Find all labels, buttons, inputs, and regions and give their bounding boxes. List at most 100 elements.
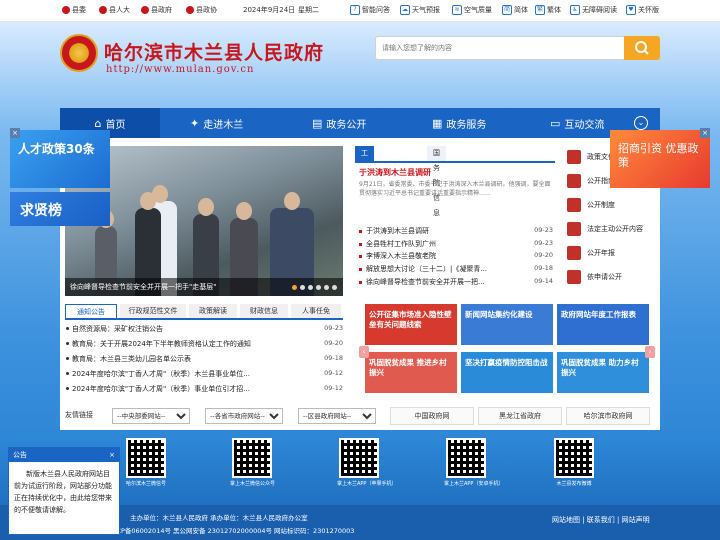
link-county-committee[interactable]: 县委 (62, 5, 86, 15)
comment-icon: ▭ (550, 116, 561, 130)
notice-popup: 公告 新版木兰县人民政府网站目前为试运行阶段，网站部分功能正在持续优化中，由此给… (8, 447, 120, 535)
close-icon[interactable]: × (107, 450, 117, 460)
tab-personnel[interactable]: 人事任免 (291, 304, 341, 318)
tab-policy-interpret[interactable]: 政策解读 (189, 304, 237, 318)
central-ministries-select[interactable]: --中央部委网站-- (112, 408, 190, 424)
truck-icon: ▤ (312, 116, 323, 130)
tab-normative-docs[interactable]: 行政规范性文件 (120, 304, 186, 318)
list-item[interactable]: 徐向峰督导检查节前安全并开展一把... 09-14 (359, 277, 555, 290)
quicklink-statutory[interactable]: 法定主动公开内容 (565, 218, 655, 240)
link-county-congress[interactable]: 县人大 (99, 5, 130, 15)
tab-state-council[interactable]: 国务院信息 (427, 146, 446, 217)
carousel-dot[interactable] (300, 285, 305, 290)
quicklink-system[interactable]: 公开制度 (565, 194, 655, 216)
form-icon (567, 270, 581, 284)
tab-notices[interactable]: 通知公告 (65, 304, 117, 318)
notice-popup-body: 新版木兰县人民政府网站目前为试运行阶段，网站部分功能正在持续优化中，由此给您带来… (14, 470, 112, 514)
nav-interaction[interactable]: ▭ 互动交流 (550, 108, 604, 138)
cloud-icon: ☁ (400, 5, 410, 15)
list-item[interactable]: 自然资源局：采矿权注销公告 09-23 (65, 324, 343, 339)
quicklink-annual-report[interactable]: 公开年报 (565, 242, 655, 264)
air-quality-link[interactable]: ≋ 空气质量 (452, 5, 492, 15)
traditional-link[interactable]: 繁繁体 (535, 5, 561, 15)
close-icon[interactable]: × (700, 128, 710, 138)
qr-code: 木兰县发布微博 (552, 438, 596, 487)
qr-code-icon (554, 438, 594, 478)
close-icon[interactable]: × (10, 128, 20, 138)
footer-links[interactable]: 网站地图 | 联系我们 | 网站声明 (552, 515, 650, 525)
carousel-dot[interactable] (292, 285, 297, 290)
list-item[interactable]: 2024年度哈尔滨"丁香人才周"（秋季）木兰县事业单位... 09-12 (65, 369, 343, 384)
qr-code-icon (446, 438, 486, 478)
notice-panel: 通知公告 行政规范性文件 政策解读 财政信息 人事任免 自然资源局：采矿权注销公… (65, 304, 343, 399)
document-icon (567, 198, 581, 212)
elder-mode-link[interactable]: ♥ 关怀版 (626, 5, 659, 15)
search-button[interactable] (624, 36, 660, 60)
search-box (375, 36, 660, 60)
main-content: 徐向峰督导检查节前安全并开展一把手"走基层" 工作动态 国务院信息 于洪涛到木兰… (60, 138, 660, 430)
search-icon (635, 41, 649, 55)
list-item[interactable]: 2024年度哈尔滨"丁香人才周"（秋季）事业单位引才招... 09-12 (65, 384, 343, 399)
calendar-icon (567, 246, 581, 260)
list-item[interactable]: 解放思想大讨论（三十二）|《凝聚青... 09-18 (359, 264, 555, 277)
footer-registration: 黑ICP备06002014号 黑公网安备 23012702000004号 网站标… (108, 527, 355, 535)
list-item[interactable]: 教育局：关于开展2024年下半年教师资格认定工作的通知 09-20 (65, 339, 343, 354)
tab-work-news[interactable]: 工作动态 (355, 146, 374, 202)
smart-qa-link[interactable]: ? 智能问答 (350, 5, 390, 15)
weather-link[interactable]: ☁ 天气预报 (400, 5, 440, 15)
carousel-dot[interactable] (308, 285, 313, 290)
provincial-sites-select[interactable]: --各省市政府网站-- (205, 408, 283, 424)
notice-tabs: 通知公告 行政规范性文件 政策解读 财政信息 人事任免 (65, 304, 343, 320)
banner-epidemic[interactable]: 坚决打赢疫情防控阻击战 (461, 352, 553, 393)
weekday-text: 星期二 (298, 6, 319, 14)
quicklink-application[interactable]: 依申请公开 (565, 266, 655, 288)
talent-wanted-ad[interactable]: 求贤榜 (10, 192, 110, 226)
site-title[interactable]: 哈尔滨市木兰县人民政府 (104, 38, 324, 65)
national-emblem-icon (60, 34, 98, 72)
simplified-link[interactable]: 简简体 (502, 5, 528, 15)
qr-code-icon (339, 438, 379, 478)
list-item[interactable]: 于洪涛到木兰县调研 09-23 (359, 226, 555, 239)
notice-popup-title: 公告 (9, 448, 119, 462)
qr-code-icon (232, 438, 272, 478)
tab-underline (355, 161, 555, 163)
investment-ad[interactable]: 招商引资 优惠政策 (610, 130, 710, 188)
link-central-gov[interactable]: 中国政府网 (390, 407, 474, 425)
chevron-right-icon[interactable]: › (645, 346, 655, 358)
link-harbin-gov[interactable]: 哈尔滨市政府网 (566, 407, 650, 425)
list-item[interactable]: 教育局：木兰县三类幼儿园名单公示表 09-18 (65, 354, 343, 369)
accessibility-link[interactable]: ♿ 无障碍阅读 (570, 5, 617, 15)
list-item[interactable]: 李博深入木兰县敬老院 09-20 (359, 251, 555, 264)
nav-gov-open[interactable]: ▤ 政务公开 (312, 108, 366, 138)
simplified-icon: 简 (502, 5, 512, 15)
tab-finance[interactable]: 财政信息 (240, 304, 288, 318)
nav-gov-service[interactable]: ▦ 政务服务 (432, 108, 486, 138)
county-sites-select[interactable]: --区县政府网站-- (298, 408, 376, 424)
banner-rural-revival[interactable]: 巩固脱贫成果 助力乡村振兴 (557, 352, 649, 393)
talent-policy-ad[interactable]: 人才政策30条 (10, 130, 110, 188)
news-summary: 9月21日，省委常委、市委书记于洪涛深入木兰县调研。他强调，要全面贯彻落实习近平… (359, 181, 551, 197)
qr-code-icon (126, 438, 166, 478)
qr-code: 掌上木兰APP（苹果手机） (337, 438, 396, 487)
banner-news-sites[interactable]: 新闻网站集约化建设 (461, 304, 553, 345)
search-input[interactable] (382, 41, 622, 55)
link-county-cppcc[interactable]: 县政协 (186, 5, 217, 15)
banner-poverty-rural[interactable]: 巩固脱贫成果 推进乡村振兴 (365, 352, 457, 393)
site-url: http://www.mulan.gov.cn (106, 64, 255, 75)
banner-annual-report[interactable]: 政府网站年度工作报表 (557, 304, 649, 345)
carousel-dot[interactable] (332, 285, 337, 290)
chevron-down-icon[interactable]: ⌄ (634, 116, 648, 130)
list-item[interactable]: 全县牲村工作队到广州 09-23 (359, 239, 555, 252)
carousel-dot[interactable] (324, 285, 329, 290)
carousel-dot[interactable] (316, 285, 321, 290)
date-text: 2024年9月24日 (243, 6, 296, 14)
banner-market-barriers[interactable]: 公开征集市场准入隐性壁垒有关问题线索 (365, 304, 457, 345)
document-icon (567, 222, 581, 236)
nav-about[interactable]: ✦ 走进木兰 (190, 108, 243, 138)
news-headline[interactable]: 于洪涛到木兰县调研 (359, 167, 431, 178)
chevron-left-icon[interactable]: ‹ (359, 346, 369, 358)
link-county-government[interactable]: 县政府 (141, 5, 172, 15)
document-icon (567, 174, 581, 188)
link-heilongjiang-gov[interactable]: 黑龙江省政府 (478, 407, 562, 425)
footer-organizer: 主办单位：木兰县人民政府 承办单位：木兰县人民政府办公室 (130, 514, 308, 522)
